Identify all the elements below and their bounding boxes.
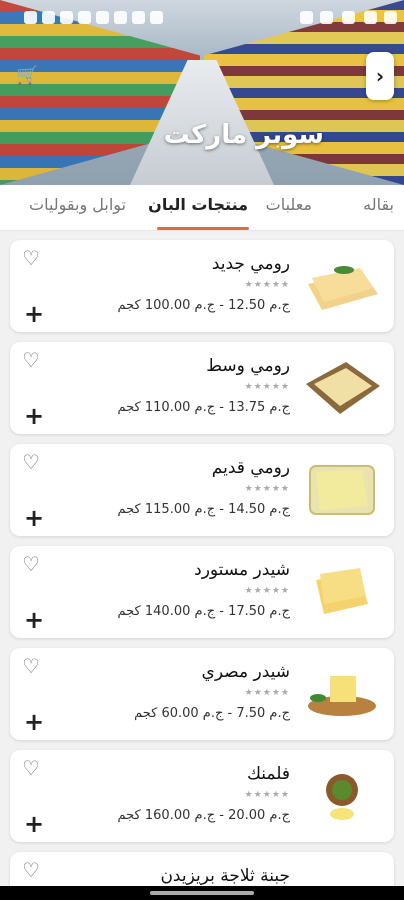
product-price: ج.م 13.75 - ج.م 110.00 كجم <box>118 400 290 415</box>
category-tabs: بقاله معلبات منتجات البان توابل وبقوليات <box>0 185 404 231</box>
product-name: رومي وسط <box>206 356 290 376</box>
next-button[interactable]: › <box>366 52 394 100</box>
product-card[interactable]: ♡ + شيدر مصري ★★★★★ ج.م 7.50 - ج.م 60.00… <box>10 648 394 740</box>
heart-icon[interactable]: ♡ <box>22 656 42 676</box>
heart-icon[interactable]: ♡ <box>22 350 42 370</box>
product-price: ج.م 14.50 - ج.م 115.00 كجم <box>118 502 290 517</box>
status-app-icon <box>78 11 91 24</box>
status-app-icon <box>60 11 73 24</box>
price-range: ج.م 12.50 - ج.م 100.00 <box>144 298 290 313</box>
heart-icon[interactable]: ♡ <box>22 554 42 574</box>
status-app-icon <box>114 11 127 24</box>
product-card[interactable]: ♡ + رومي جديد ★★★★★ ج.م 12.50 - ج.م 100.… <box>10 240 394 332</box>
store-title: سوبر ماركت <box>163 120 324 150</box>
product-image <box>306 362 380 414</box>
product-card[interactable]: ♡ جبنة ثلاجة بريزيدن <box>10 852 394 890</box>
price-range: ج.م 7.50 - ج.م 60.00 <box>161 706 290 721</box>
product-name: شيدر مستورد <box>194 560 290 580</box>
price-range: ج.م 20.00 - ج.م 160.00 <box>144 808 290 823</box>
product-price: ج.م 12.50 - ج.م 100.00 كجم <box>118 298 290 313</box>
status-app-icon <box>132 11 145 24</box>
tab-dairy[interactable]: منتجات البان <box>148 195 248 214</box>
status-app-icon <box>364 11 377 24</box>
product-name: فلمنك <box>246 764 290 784</box>
product-image <box>326 774 358 820</box>
system-nav-bar <box>0 886 404 900</box>
product-list[interactable]: ♡ + رومي جديد ★★★★★ ج.م 12.50 - ج.م 100.… <box>0 230 404 890</box>
heart-icon[interactable]: ♡ <box>22 860 42 880</box>
add-to-cart-button[interactable]: + <box>24 404 44 428</box>
status-bar <box>0 0 404 36</box>
status-app-icon <box>42 11 55 24</box>
price-unit: كجم <box>134 706 158 721</box>
rating-stars: ★★★★★ <box>244 790 290 800</box>
price-unit: كجم <box>117 400 141 415</box>
home-indicator[interactable] <box>150 891 254 895</box>
add-to-cart-button[interactable]: + <box>24 608 44 632</box>
price-range: ج.م 14.50 - ج.م 115.00 <box>144 502 290 517</box>
rating-stars: ★★★★★ <box>244 586 290 596</box>
tab-spices[interactable]: توابل وبقوليات <box>29 195 126 214</box>
status-app-icon <box>300 11 313 24</box>
heart-icon[interactable]: ♡ <box>22 248 42 268</box>
product-image <box>308 266 378 310</box>
chevron-right-icon: › <box>375 64 385 88</box>
battery-icon <box>384 11 397 24</box>
add-to-cart-button[interactable]: + <box>24 812 44 836</box>
product-price: ج.م 17.50 - ج.م 140.00 كجم <box>118 604 290 619</box>
price-unit: كجم <box>117 502 141 517</box>
product-image <box>309 465 375 515</box>
price-unit: كجم <box>117 808 141 823</box>
status-app-icon <box>342 11 355 24</box>
tab-canned[interactable]: معلبات <box>266 195 312 214</box>
tab-grocery[interactable]: بقاله <box>363 195 394 214</box>
price-range: ج.م 13.75 - ج.م 110.00 <box>144 400 290 415</box>
product-card[interactable]: ♡ + رومي وسط ★★★★★ ج.م 13.75 - ج.م 110.0… <box>10 342 394 434</box>
product-card[interactable]: ♡ + فلمنك ★★★★★ ج.م 20.00 - ج.م 160.00 ك… <box>10 750 394 842</box>
product-price: ج.م 20.00 - ج.م 160.00 كجم <box>118 808 290 823</box>
status-app-icon <box>96 11 109 24</box>
product-image <box>308 676 376 716</box>
price-unit: كجم <box>117 298 141 313</box>
cart-icon[interactable]: 🛒 <box>16 66 38 86</box>
add-to-cart-button[interactable]: + <box>24 710 44 734</box>
product-card[interactable]: ♡ + رومي قديم ★★★★★ ج.م 14.50 - ج.م 115.… <box>10 444 394 536</box>
status-app-icon <box>24 11 37 24</box>
product-price: ج.م 7.50 - ج.م 60.00 كجم <box>134 706 290 721</box>
heart-icon[interactable]: ♡ <box>22 452 42 472</box>
add-to-cart-button[interactable]: + <box>24 506 44 530</box>
product-name: رومي جديد <box>211 254 290 274</box>
rating-stars: ★★★★★ <box>244 280 290 290</box>
price-unit: كجم <box>117 604 141 619</box>
status-app-icon <box>150 11 163 24</box>
status-app-icon <box>320 11 333 24</box>
product-name: جبنة ثلاجة بريزيدن <box>160 866 290 886</box>
product-image <box>316 568 368 614</box>
price-range: ج.م 17.50 - ج.م 140.00 <box>144 604 290 619</box>
product-name: شيدر مصري <box>201 662 290 682</box>
rating-stars: ★★★★★ <box>244 484 290 494</box>
heart-icon[interactable]: ♡ <box>22 758 42 778</box>
store-banner: 🛒 › سوبر ماركت <box>0 0 404 185</box>
product-card[interactable]: ♡ + شيدر مستورد ★★★★★ ج.م 17.50 - ج.م 14… <box>10 546 394 638</box>
add-to-cart-button[interactable]: + <box>24 302 44 326</box>
product-name: رومي قديم <box>211 458 290 478</box>
rating-stars: ★★★★★ <box>244 382 290 392</box>
rating-stars: ★★★★★ <box>244 688 290 698</box>
